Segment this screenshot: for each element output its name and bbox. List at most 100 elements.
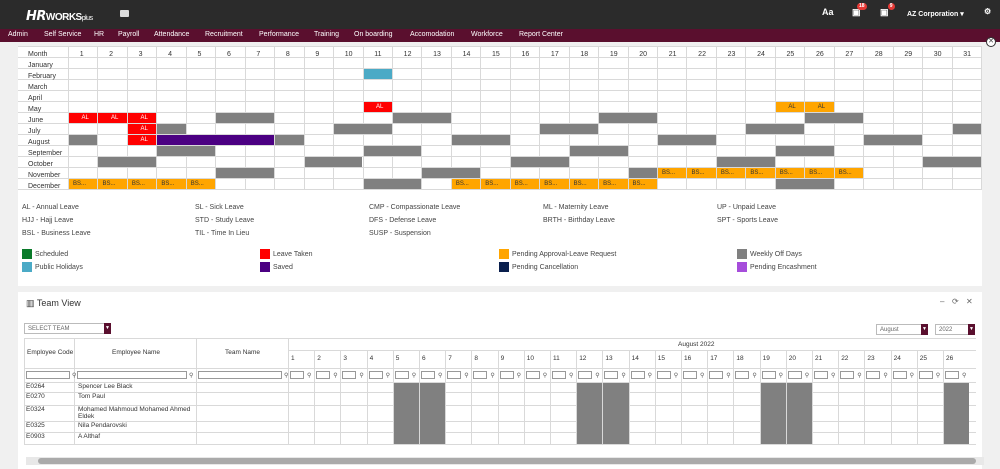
leave-cell[interactable]: AL [805, 102, 834, 112]
day-filter-input[interactable] [840, 371, 855, 379]
chevron-down-icon[interactable]: ▼ [921, 324, 928, 335]
leave-cell[interactable]: BS... [599, 179, 628, 189]
leave-cell[interactable]: BS... [98, 179, 127, 189]
leave-cell[interactable] [275, 135, 304, 145]
font-size-icon[interactable]: Aa [822, 7, 834, 17]
filter-icon[interactable]: ⚲ [962, 372, 966, 379]
leave-cell[interactable] [157, 146, 216, 156]
leave-cell[interactable]: BS... [510, 179, 540, 189]
day-filter-input[interactable] [866, 371, 881, 379]
leave-cell[interactable]: BS... [481, 179, 510, 189]
leave-cell[interactable] [628, 168, 657, 178]
leave-cell[interactable]: BS... [569, 179, 599, 189]
leave-cell[interactable] [746, 124, 805, 134]
scrollbar-thumb[interactable] [38, 458, 976, 464]
leave-cell[interactable]: BS... [157, 179, 186, 189]
leave-cell[interactable]: AL [127, 135, 157, 145]
filter-icon[interactable]: ⚲ [412, 372, 416, 379]
day-filter-input[interactable] [394, 371, 409, 379]
filter-icon[interactable]: ⚲ [910, 372, 914, 379]
leave-cell[interactable]: BS... [687, 168, 716, 178]
column-filter-input[interactable] [26, 371, 70, 379]
filter-icon[interactable]: ⚲ [189, 372, 193, 379]
leave-cell[interactable] [363, 146, 422, 156]
app-logo[interactable]: HRWORKSplus [26, 8, 93, 24]
leave-cell[interactable] [216, 113, 275, 123]
filter-icon[interactable]: ⚲ [333, 372, 337, 379]
filter-icon[interactable]: ⚲ [438, 372, 442, 379]
leave-cell[interactable]: BS... [658, 168, 687, 178]
leave-cell[interactable]: BS... [540, 179, 569, 189]
day-filter-input[interactable] [892, 371, 907, 379]
day-filter-input[interactable] [525, 371, 540, 379]
leave-cell[interactable] [216, 168, 275, 178]
leave-cell[interactable] [923, 157, 981, 167]
day-filter-input[interactable] [814, 371, 828, 379]
close-icon[interactable]: ✕ [966, 297, 973, 306]
leave-cell[interactable] [451, 135, 510, 145]
day-filter-input[interactable] [630, 371, 645, 379]
filter-icon[interactable]: ⚲ [386, 372, 390, 379]
filter-icon[interactable]: ⚲ [936, 372, 940, 379]
bell-icon[interactable]: ▣ 18 [852, 3, 867, 18]
filter-icon[interactable]: ⚲ [726, 372, 730, 379]
filter-icon[interactable]: ⚲ [621, 372, 625, 379]
leave-cell[interactable] [157, 135, 275, 145]
filter-icon[interactable]: ⚲ [857, 372, 861, 379]
leave-cell[interactable] [157, 124, 186, 134]
select-team-dropdown[interactable]: SELECT TEAM [24, 323, 106, 334]
leave-cell[interactable]: AL [69, 113, 98, 123]
leave-cell[interactable] [510, 157, 569, 167]
horizontal-scrollbar[interactable] [26, 457, 984, 465]
filter-icon[interactable]: ⚲ [464, 372, 468, 379]
year-select[interactable]: 2022 [935, 324, 971, 335]
chevron-down-icon[interactable]: ▼ [104, 323, 111, 334]
filter-icon[interactable]: ⚲ [72, 372, 76, 379]
leave-cell[interactable] [304, 157, 363, 167]
filter-icon[interactable]: ⚲ [359, 372, 363, 379]
column-filter-input[interactable] [77, 371, 187, 379]
menu-item-accomodation[interactable]: Accomodation [410, 31, 454, 38]
leave-cell[interactable]: AL [363, 102, 392, 112]
day-filter-input[interactable] [368, 371, 383, 379]
leave-cell[interactable] [599, 113, 657, 123]
leave-cell[interactable]: AL [98, 113, 127, 123]
leave-cell[interactable] [98, 157, 157, 167]
menu-item-on-boarding[interactable]: On boarding [354, 31, 393, 38]
leave-cell[interactable] [540, 124, 599, 134]
day-filter-input[interactable] [421, 371, 435, 379]
leave-cell[interactable]: BS... [628, 179, 657, 189]
menu-item-self-service[interactable]: Self Service [44, 31, 81, 38]
day-filter-input[interactable] [499, 371, 514, 379]
filter-icon[interactable]: ⚲ [883, 372, 887, 379]
filter-icon[interactable]: ⚲ [543, 372, 547, 379]
leave-cell[interactable]: AL [775, 102, 805, 112]
day-filter-input[interactable] [735, 371, 750, 379]
day-filter-input[interactable] [552, 371, 566, 379]
filter-icon[interactable]: ⚲ [805, 372, 809, 379]
filter-icon[interactable]: ⚲ [648, 372, 652, 379]
calendar-icon[interactable]: ▣ 9 [880, 3, 895, 18]
filter-icon[interactable]: ⚲ [779, 372, 783, 379]
day-filter-input[interactable] [656, 371, 671, 379]
column-filter-input[interactable] [198, 371, 282, 379]
day-filter-input[interactable] [578, 371, 593, 379]
filter-icon[interactable]: ⚲ [752, 372, 756, 379]
leave-cell[interactable] [392, 113, 451, 123]
day-filter-input[interactable] [290, 371, 304, 379]
leave-cell[interactable]: BS... [834, 168, 864, 178]
day-filter-input[interactable] [709, 371, 724, 379]
settings-icon[interactable]: ⚙ [984, 7, 991, 16]
day-filter-input[interactable] [945, 371, 959, 379]
month-select[interactable]: August [876, 324, 922, 335]
filter-icon[interactable]: ⚲ [284, 372, 288, 379]
leave-cell[interactable]: BS... [451, 179, 481, 189]
day-filter-input[interactable] [447, 371, 462, 379]
day-filter-input[interactable] [683, 371, 697, 379]
leave-cell[interactable]: BS... [127, 179, 157, 189]
filter-icon[interactable]: ⚲ [674, 372, 678, 379]
filter-icon[interactable]: ⚲ [831, 372, 835, 379]
company-selector[interactable]: AZ Corporation ▾ [907, 10, 964, 18]
leave-cell[interactable] [363, 179, 422, 189]
leave-cell[interactable] [775, 146, 834, 156]
